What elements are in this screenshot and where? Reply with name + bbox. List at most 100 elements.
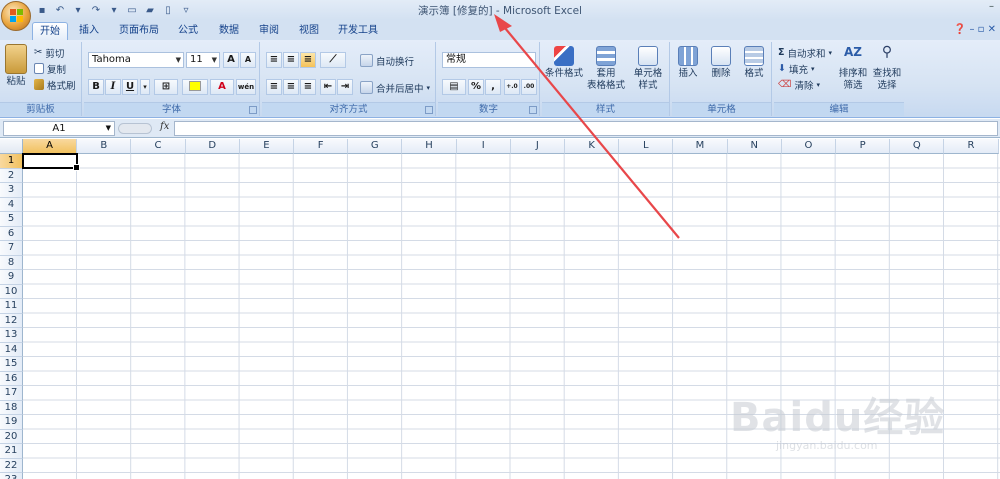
- column-header-a[interactable]: A: [23, 139, 78, 154]
- format-cells-button[interactable]: 格式: [738, 46, 770, 80]
- align-center-button[interactable]: ≡: [283, 79, 299, 95]
- column-header-k[interactable]: K: [565, 139, 620, 154]
- column-header-e[interactable]: E: [239, 139, 294, 154]
- phonetic-button[interactable]: wén: [236, 79, 256, 95]
- paste-button[interactable]: 粘贴: [2, 44, 30, 88]
- shrink-font-button[interactable]: A: [240, 52, 256, 68]
- row-header-7[interactable]: 7: [0, 241, 23, 256]
- column-header-p[interactable]: P: [836, 139, 891, 154]
- active-cell[interactable]: [22, 153, 80, 171]
- comma-button[interactable]: ,: [485, 79, 501, 95]
- align-middle-button[interactable]: ≡: [283, 52, 299, 68]
- conditional-formatting-button[interactable]: 条件格式: [544, 46, 584, 80]
- row-header-14[interactable]: 14: [0, 342, 23, 357]
- align-left-button[interactable]: ≡: [266, 79, 282, 95]
- tab-insert[interactable]: 插入: [72, 22, 106, 40]
- row-header-8[interactable]: 8: [0, 255, 23, 270]
- row-header-13[interactable]: 13: [0, 328, 23, 343]
- column-header-r[interactable]: R: [944, 139, 999, 154]
- align-bottom-button[interactable]: ≡: [300, 52, 316, 68]
- row-header-15[interactable]: 15: [0, 357, 23, 372]
- insert-function-button[interactable]: fx: [160, 121, 169, 132]
- row-header-20[interactable]: 20: [0, 429, 23, 444]
- underline-button[interactable]: U: [122, 79, 138, 95]
- name-box[interactable]: A1 ▼: [3, 121, 115, 136]
- align-right-button[interactable]: ≡: [300, 79, 316, 95]
- row-header-17[interactable]: 17: [0, 386, 23, 401]
- italic-button[interactable]: I: [105, 79, 121, 95]
- increase-indent-button[interactable]: ⇥: [337, 79, 353, 95]
- bold-button[interactable]: B: [88, 79, 104, 95]
- clear-button[interactable]: ⌫ 清除 ▾: [778, 77, 820, 92]
- cut-button[interactable]: ✂ 剪切: [34, 45, 64, 60]
- decrease-decimal-button[interactable]: .00: [521, 79, 537, 95]
- accounting-format-button[interactable]: ▤: [442, 79, 466, 95]
- row-header-22[interactable]: 22: [0, 458, 23, 473]
- decrease-indent-button[interactable]: ⇤: [320, 79, 336, 95]
- underline-dropdown-icon[interactable]: ▾: [140, 79, 150, 95]
- delete-cells-button[interactable]: 删除: [705, 46, 737, 80]
- copy-button[interactable]: 复制: [34, 61, 66, 76]
- format-as-table-button[interactable]: 套用 表格格式: [586, 46, 626, 92]
- row-header-18[interactable]: 18: [0, 400, 23, 415]
- row-header-2[interactable]: 2: [0, 168, 23, 183]
- row-header-10[interactable]: 10: [0, 284, 23, 299]
- row-header-12[interactable]: 12: [0, 313, 23, 328]
- row-header-23[interactable]: 23: [0, 473, 23, 479]
- align-top-button[interactable]: ≡: [266, 52, 282, 68]
- tab-review[interactable]: 审阅: [252, 22, 286, 40]
- row-header-19[interactable]: 19: [0, 415, 23, 430]
- grow-font-button[interactable]: A: [223, 52, 239, 68]
- row-header-11[interactable]: 11: [0, 299, 23, 314]
- orientation-button[interactable]: ⟋: [320, 52, 346, 68]
- tab-developer[interactable]: 开发工具: [332, 22, 384, 40]
- row-header-1[interactable]: 1: [0, 154, 23, 169]
- font-size-select[interactable]: 11 ▼: [186, 52, 220, 68]
- row-header-5[interactable]: 5: [0, 212, 23, 227]
- column-header-m[interactable]: M: [673, 139, 728, 154]
- find-select-button[interactable]: ⚲ 查找和 选择: [870, 45, 904, 92]
- minimize-icon[interactable]: –: [989, 1, 994, 12]
- merge-center-button[interactable]: 合并后居中 ▾: [360, 80, 430, 95]
- column-header-l[interactable]: L: [619, 139, 674, 154]
- row-header-9[interactable]: 9: [0, 270, 23, 285]
- row-header-6[interactable]: 6: [0, 226, 23, 241]
- column-header-o[interactable]: O: [781, 139, 836, 154]
- column-header-q[interactable]: Q: [890, 139, 945, 154]
- font-color-button[interactable]: A: [210, 79, 234, 95]
- office-button[interactable]: [1, 1, 31, 31]
- cell-styles-button[interactable]: 单元格 样式: [628, 46, 668, 92]
- tab-page-layout[interactable]: 页面布局: [112, 22, 166, 40]
- column-header-c[interactable]: C: [131, 139, 186, 154]
- tab-formulas[interactable]: 公式: [172, 22, 204, 40]
- number-format-select[interactable]: 常规: [442, 52, 536, 68]
- column-header-i[interactable]: I: [456, 139, 511, 154]
- tab-view[interactable]: 视图: [292, 22, 326, 40]
- percent-button[interactable]: %: [468, 79, 484, 95]
- column-header-j[interactable]: J: [510, 139, 565, 154]
- column-header-b[interactable]: B: [77, 139, 132, 154]
- fill-color-button[interactable]: [182, 79, 208, 95]
- row-header-4[interactable]: 4: [0, 197, 23, 212]
- help-icon[interactable]: ❓ – ▫ ✕: [954, 24, 996, 35]
- wrap-text-button[interactable]: 自动换行: [360, 53, 414, 68]
- borders-button[interactable]: ⊞: [154, 79, 178, 95]
- insert-cells-button[interactable]: 插入: [672, 46, 704, 80]
- sort-filter-button[interactable]: AZ 排序和 筛选: [836, 46, 870, 92]
- format-painter-button[interactable]: 格式刷: [34, 77, 76, 92]
- column-header-g[interactable]: G: [348, 139, 403, 154]
- column-header-d[interactable]: D: [185, 139, 240, 154]
- column-header-n[interactable]: N: [727, 139, 782, 154]
- row-header-21[interactable]: 21: [0, 444, 23, 459]
- tab-home[interactable]: 开始: [32, 22, 68, 40]
- formula-input[interactable]: [174, 121, 998, 136]
- autosum-button[interactable]: Σ 自动求和 ▾: [778, 45, 832, 60]
- font-name-select[interactable]: Tahoma ▼: [88, 52, 184, 68]
- formula-splitter[interactable]: [118, 123, 152, 134]
- column-header-f[interactable]: F: [294, 139, 349, 154]
- number-dialog-launcher-icon[interactable]: [529, 106, 537, 114]
- select-all-button[interactable]: [0, 139, 23, 154]
- font-dialog-launcher-icon[interactable]: [249, 106, 257, 114]
- row-header-16[interactable]: 16: [0, 371, 23, 386]
- alignment-dialog-launcher-icon[interactable]: [425, 106, 433, 114]
